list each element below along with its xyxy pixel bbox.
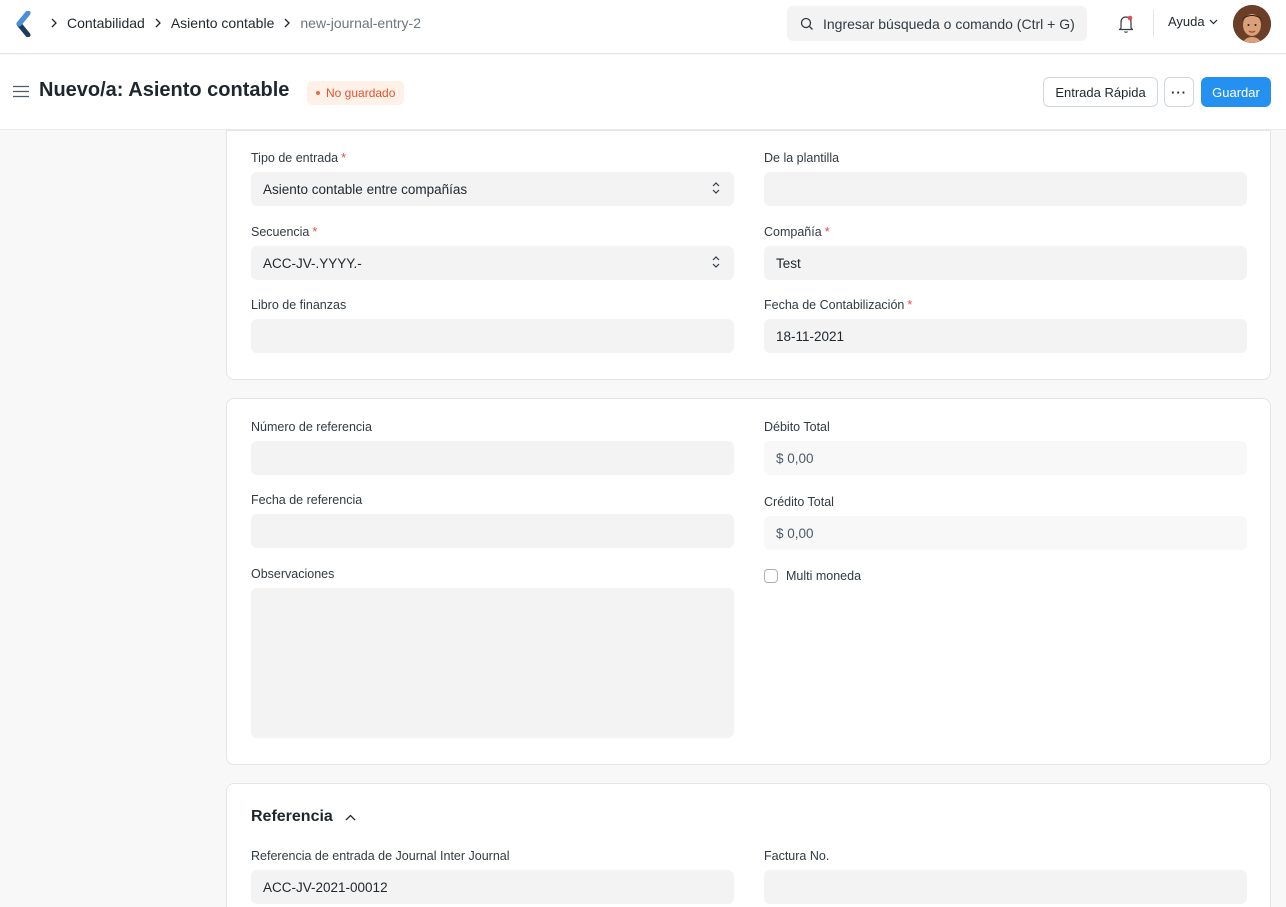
ref-date-label: Fecha de referencia (251, 493, 363, 507)
breadcrumb-journal-entry[interactable]: Asiento contable (171, 15, 275, 31)
chevron-right-icon (283, 18, 291, 28)
invoice-no-field[interactable] (764, 870, 1247, 904)
app-logo-icon[interactable] (14, 11, 36, 37)
navbar: Contabilidad Asiento contable new-journa… (0, 0, 1286, 54)
series-label: Secuencia * (251, 225, 318, 239)
chevron-down-icon (1209, 19, 1218, 24)
inter-journal-label: Referencia de entrada de Journal Inter J… (251, 849, 510, 863)
user-avatar[interactable] (1233, 5, 1271, 43)
chevron-right-icon (50, 18, 58, 28)
finance-book-field[interactable] (251, 319, 734, 353)
select-caret-icon (712, 182, 720, 194)
posting-date-label: Fecha de Contabilización * (764, 298, 913, 312)
status-dot-icon (316, 91, 320, 95)
breadcrumb-current: new-journal-entry-2 (300, 15, 421, 31)
navbar-divider (1153, 10, 1154, 37)
reference-section: Referencia Referencia de entrada de Jour… (226, 783, 1271, 907)
search-input[interactable] (787, 6, 1087, 41)
status-label: No guardado (326, 86, 396, 100)
entry-type-value: Asiento contable entre compañías (263, 181, 468, 197)
sidebar-toggle-icon[interactable] (13, 85, 29, 98)
page-title: Nuevo/a: Asiento contable (39, 79, 290, 101)
details-section: Tipo de entrada * Asiento contable entre … (226, 130, 1271, 380)
reference-section-title: Referencia (251, 808, 333, 825)
template-label: De la plantilla (764, 151, 840, 165)
company-field[interactable]: Test (764, 246, 1247, 280)
finance-book-label: Libro de finanzas (251, 298, 347, 312)
ref-no-field[interactable] (251, 441, 734, 475)
entry-type-select[interactable]: Asiento contable entre compañías (251, 172, 734, 206)
select-caret-icon (712, 256, 720, 268)
multi-currency-label: Multi moneda (786, 569, 862, 583)
chevron-up-icon (345, 814, 356, 820)
ref-no-label: Número de referencia (251, 420, 372, 434)
chevron-right-icon (154, 18, 162, 28)
search-icon (800, 17, 813, 30)
template-field[interactable] (764, 172, 1247, 206)
remarks-label: Observaciones (251, 567, 335, 581)
total-debit-label: Débito Total (764, 420, 830, 434)
help-label: Ayuda (1168, 14, 1205, 29)
remarks-textarea[interactable] (251, 588, 734, 738)
help-dropdown[interactable]: Ayuda (1168, 14, 1218, 29)
series-value: ACC-JV-.YYYY.- (263, 255, 362, 271)
series-select[interactable]: ACC-JV-.YYYY.- (251, 246, 734, 280)
breadcrumb-accounting[interactable]: Contabilidad (67, 15, 145, 31)
search-bar[interactable] (787, 6, 1087, 41)
invoice-no-label: Factura No. (764, 849, 830, 863)
inter-journal-field[interactable]: ACC-JV-2021-00012 (251, 870, 734, 904)
quick-entry-button[interactable]: Entrada Rápida (1043, 77, 1158, 107)
breadcrumb: Contabilidad Asiento contable new-journa… (48, 0, 426, 46)
posting-date-field[interactable]: 18-11-2021 (764, 319, 1247, 353)
total-credit-label: Crédito Total (764, 495, 834, 509)
total-debit-value: $ 0,00 (764, 441, 1247, 475)
entry-type-label: Tipo de entrada * (251, 151, 346, 165)
page-head: Nuevo/a: Asiento contable No guardado En… (0, 55, 1286, 130)
totals-section: Número de referencia Débito Total $ 0,00… (226, 398, 1271, 765)
more-actions-button[interactable]: ··· (1164, 77, 1194, 107)
notification-bell-icon[interactable] (1116, 13, 1136, 35)
multi-currency-row[interactable]: Multi moneda (764, 569, 861, 583)
save-button[interactable]: Guardar (1201, 77, 1271, 107)
status-badge: No guardado (307, 81, 405, 105)
multi-currency-checkbox[interactable] (764, 569, 778, 583)
total-credit-value: $ 0,00 (764, 516, 1247, 550)
reference-section-header[interactable]: Referencia (251, 808, 356, 826)
ref-date-field[interactable] (251, 514, 734, 548)
company-label: Compañía * (764, 225, 830, 239)
